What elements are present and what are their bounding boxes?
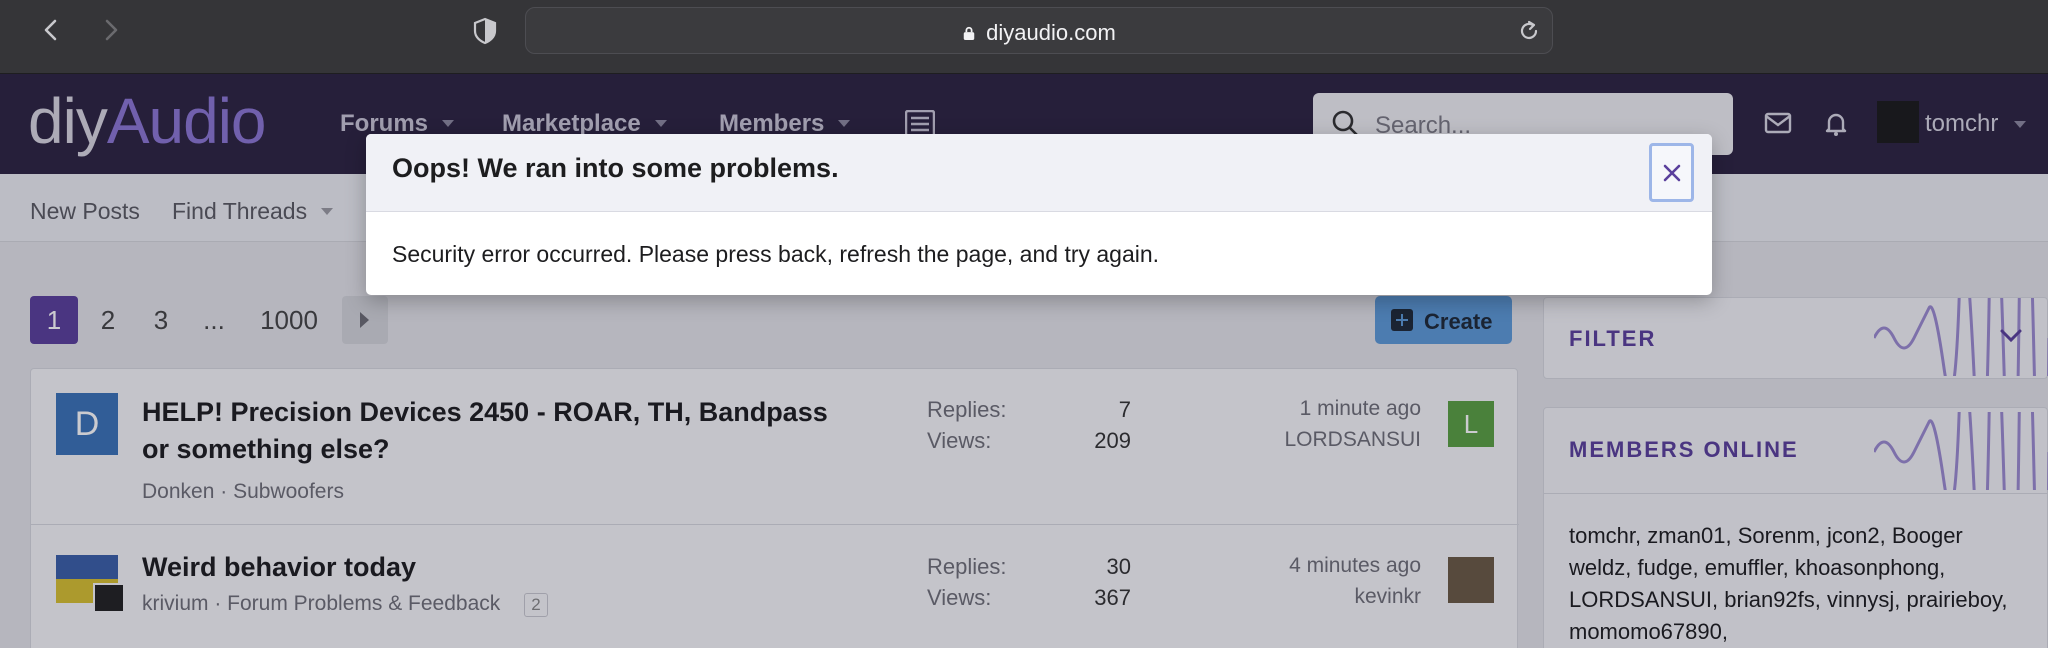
dialog-message: Security error occurred. Please press ba… [392, 241, 1160, 267]
error-dialog: Oops! We ran into some problems. Securit… [366, 134, 1712, 295]
dialog-title: Oops! We ran into some problems. [392, 153, 839, 183]
lock-icon [963, 26, 975, 40]
address-bar[interactable]: diyaudio.com [525, 7, 1553, 54]
back-arrow-icon[interactable] [38, 16, 66, 44]
privacy-shield-icon[interactable] [470, 16, 500, 46]
close-icon [1663, 164, 1681, 182]
browser-toolbar: diyaudio.com [0, 0, 2048, 74]
url-text: diyaudio.com [986, 20, 1116, 45]
reload-icon[interactable] [1516, 18, 1542, 44]
close-button[interactable] [1649, 143, 1694, 202]
forward-arrow-icon[interactable] [96, 16, 124, 44]
